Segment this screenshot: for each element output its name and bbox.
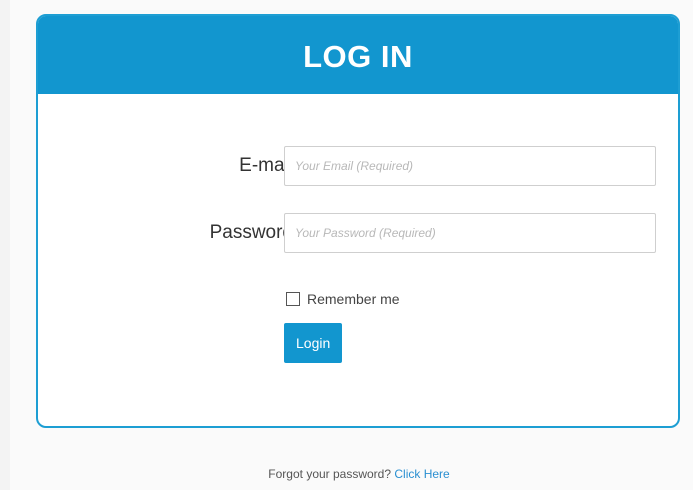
forgot-password-line: Forgot your password? Click Here [0, 467, 693, 481]
login-card: LOG IN E-mail Password Remember me Login [36, 14, 680, 428]
remember-me-label: Remember me [307, 291, 400, 307]
email-field[interactable] [284, 146, 656, 186]
email-row: E-mail [38, 146, 678, 188]
remember-me-checkbox[interactable] [286, 292, 300, 306]
password-row: Password [38, 213, 678, 255]
login-header: LOG IN [38, 16, 678, 94]
forgot-password-link[interactable]: Click Here [394, 467, 449, 481]
password-field[interactable] [284, 213, 656, 253]
forgot-password-prompt: Forgot your password? [268, 467, 395, 481]
login-button[interactable]: Login [284, 323, 343, 363]
password-label: Password [209, 222, 293, 243]
login-title: LOG IN [303, 39, 413, 74]
remember-me-option[interactable]: Remember me [284, 291, 400, 307]
